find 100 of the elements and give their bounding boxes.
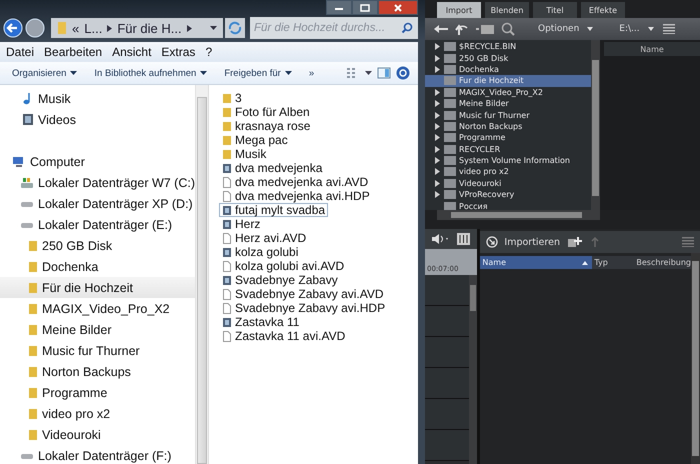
dropdown-icon[interactable]	[210, 26, 217, 30]
column-header[interactable]: Name	[604, 42, 700, 56]
expand-arrow-icon[interactable]	[435, 134, 440, 142]
list-view-icon[interactable]	[682, 237, 694, 247]
scrollbar[interactable]	[195, 85, 208, 464]
breadcrumb-item[interactable]: L...	[84, 20, 102, 36]
tree-item[interactable]: Lokaler Datenträger (F:)	[0, 445, 195, 464]
dropdown-icon[interactable]	[365, 71, 372, 75]
folder-tree-item[interactable]: Fur die Hochzeit	[425, 75, 591, 87]
add-icon[interactable]	[568, 236, 582, 248]
expand-arrow-icon[interactable]	[435, 66, 440, 73]
tree-item[interactable]: Videouroki	[0, 424, 195, 445]
folder-tree-item[interactable]: Videouroki	[425, 178, 591, 190]
toolbar-button[interactable]: Organisieren	[6, 68, 84, 78]
options-dropdown[interactable]: Optionen	[535, 24, 596, 34]
toolbar-button[interactable]: »	[302, 68, 320, 78]
folder-tree-item[interactable]: Meine Bilder	[425, 98, 591, 110]
file-item[interactable]: krasnaya rose	[219, 119, 314, 133]
file-item[interactable]: Svadebnye Zabavy avi.HDP	[219, 301, 388, 315]
folder-up-icon[interactable]	[455, 22, 469, 36]
folder-tree-item[interactable]: 250 GB Disk	[425, 52, 591, 64]
tree-item[interactable]: Lokaler Datenträger XP (D:)	[0, 193, 195, 214]
tree-item[interactable]: 250 GB Disk	[0, 235, 195, 256]
scrollbar[interactable]	[591, 40, 600, 210]
expand-arrow-icon[interactable]	[435, 168, 440, 176]
menu-item[interactable]: Extras	[161, 45, 196, 59]
folder-icon[interactable]	[475, 23, 495, 35]
tab[interactable]: Import	[437, 2, 481, 18]
toolbar-button[interactable]: Freigeben für	[218, 68, 298, 78]
tree-item[interactable]: Norton Backups	[0, 361, 195, 382]
tab[interactable]: Effekte	[581, 2, 625, 18]
tree-item[interactable]: Dochenka	[0, 256, 195, 277]
file-item[interactable]: dva medvejenka	[219, 161, 326, 175]
file-item[interactable]: futaj mylt svadba	[219, 203, 328, 217]
tree-item[interactable]: Computer	[0, 151, 195, 172]
breadcrumb-item[interactable]: «	[72, 20, 80, 36]
scrollbar[interactable]	[469, 275, 478, 464]
file-item[interactable]: dva medvejenka avi.AVD	[219, 175, 372, 189]
file-item[interactable]: Foto für Alben	[219, 105, 313, 119]
folder-tree-item[interactable]: System Volume Information	[425, 154, 591, 166]
file-item[interactable]: Zastavka 11 avi.AVD	[219, 329, 348, 343]
folder-tree-item[interactable]: MAGIX_Video_Pro_X2	[425, 86, 591, 98]
folder-tree-item[interactable]: $RECYCLE.BIN	[425, 41, 591, 52]
folder-tree-item[interactable]: Norton Backups	[425, 120, 591, 132]
folder-tree-item[interactable]: Россия	[425, 200, 591, 210]
expand-arrow-icon[interactable]	[435, 43, 440, 50]
preview-pane-icon[interactable]	[377, 67, 391, 79]
expand-arrow-icon[interactable]	[435, 180, 440, 187]
mixer-icon[interactable]	[457, 233, 470, 245]
column-header[interactable]: Typ	[592, 256, 634, 269]
menu-item[interactable]: Ansicht	[112, 45, 152, 59]
address-bar[interactable]: « L... Für die H...	[51, 18, 223, 38]
tree-item[interactable]: video pro x2	[0, 403, 195, 424]
file-item[interactable]: dva medvejenka avi.HDP	[219, 189, 373, 203]
import-button[interactable]: Importieren	[486, 236, 560, 248]
column-header[interactable]: Name	[480, 256, 592, 269]
expand-arrow-icon[interactable]	[435, 112, 440, 119]
file-item[interactable]: Svadebnye Zabavy	[219, 273, 341, 287]
folder-tree-item[interactable]: VProRecovery	[425, 189, 591, 200]
expand-arrow-icon[interactable]	[435, 122, 440, 130]
tree-item[interactable]: Meine Bilder	[0, 319, 195, 340]
list-view-icon[interactable]	[662, 24, 675, 34]
folder-tree-item[interactable]: RECYCLER	[425, 144, 591, 155]
tree-item[interactable]: Lokaler Datenträger W7 (C:)	[0, 172, 195, 193]
expand-arrow-icon[interactable]	[435, 157, 440, 164]
expand-arrow-icon[interactable]	[435, 146, 440, 153]
back-button[interactable]	[3, 18, 23, 38]
file-item[interactable]: kolza golubi	[219, 245, 302, 259]
file-item[interactable]: kolza golubi avi.AVD	[219, 259, 348, 273]
help-icon[interactable]	[396, 66, 410, 80]
minimize-button[interactable]	[326, 0, 352, 15]
tree-item[interactable]: Lokaler Datenträger (E:)	[0, 214, 195, 235]
folder-tree-item[interactable]: Music fur Thurner	[425, 109, 591, 121]
folder-tree-item[interactable]: video pro x2	[425, 166, 591, 178]
speaker-icon[interactable]	[431, 233, 451, 245]
file-item[interactable]: Musik	[219, 147, 270, 161]
tree-item[interactable]: Programme	[0, 382, 195, 403]
toolbar-button[interactable]: In Bibliothek aufnehmen	[88, 68, 214, 78]
menu-item[interactable]: ?	[205, 45, 212, 59]
scrollbar[interactable]	[691, 253, 700, 464]
arrow-left-icon[interactable]	[433, 24, 449, 34]
breadcrumb-item[interactable]: Für die H...	[117, 20, 182, 36]
tree-item[interactable]: Music fur Thurner	[0, 340, 195, 361]
tree-item[interactable]: Für die Hochzeit	[0, 277, 195, 298]
file-item[interactable]: Svadebnye Zabavy avi.AVD	[219, 287, 387, 301]
close-button[interactable]	[378, 0, 418, 15]
file-item[interactable]: Mega pac	[219, 133, 291, 147]
expand-arrow-icon[interactable]	[435, 54, 440, 62]
tree-item[interactable]: MAGIX_Video_Pro_X2	[0, 298, 195, 319]
nav-item[interactable]: Musik	[0, 88, 195, 109]
file-item[interactable]: 3	[219, 91, 245, 105]
expand-arrow-icon[interactable]	[435, 191, 440, 198]
column-header[interactable]: Beschreibung	[634, 256, 691, 269]
nav-item[interactable]: Videos	[0, 109, 195, 130]
folder-tree-item[interactable]: Programme	[425, 132, 591, 144]
expand-arrow-icon[interactable]	[435, 100, 440, 108]
search-icon[interactable]	[501, 22, 515, 36]
search-field[interactable]: Für die Hochzeit durchs...	[250, 17, 418, 39]
maximize-button[interactable]	[352, 0, 378, 15]
folder-tree-item[interactable]: Dochenka	[425, 64, 591, 76]
